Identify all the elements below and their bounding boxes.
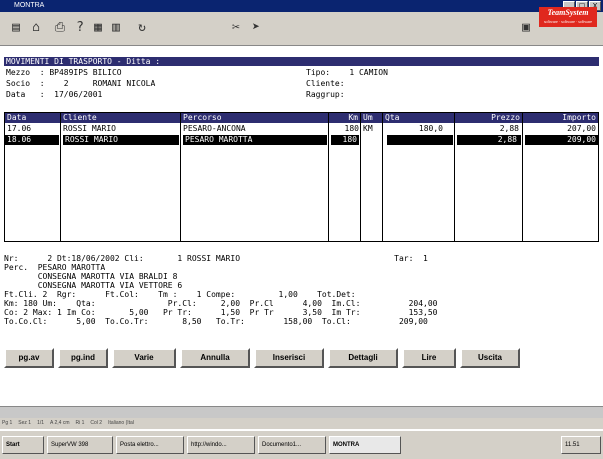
table-cell-selected[interactable]: PESARO MAROTTA	[183, 135, 327, 145]
start-button[interactable]: Start	[2, 436, 44, 454]
help-icon[interactable]: ?	[72, 20, 88, 36]
new-icon[interactable]: ▤	[8, 20, 24, 36]
varie-button[interactable]: Varie	[112, 348, 176, 368]
page-back-button[interactable]: pg.ind	[58, 348, 108, 368]
column-divider	[60, 113, 61, 241]
status-bar: Pg 1 Sez 1 1/1 A 2,4 cm Ri 1 Col 2 Itali…	[0, 418, 603, 429]
annulla-button[interactable]: Annulla	[180, 348, 250, 368]
status-pages: 1/1	[37, 420, 45, 426]
movements-table: Data Cliente Percorso Km Um Qta Prezzo I…	[4, 112, 599, 242]
column-header-qta[interactable]: Qta	[383, 113, 455, 123]
screen-header: MOVIMENTI DI TRASPORTO - Ditta :	[4, 57, 599, 66]
column-header-prezzo[interactable]: Prezzo	[455, 113, 523, 123]
table-cell[interactable]: 2,88	[455, 124, 523, 134]
refresh-icon[interactable]: ↻	[134, 20, 150, 36]
detail-line: To.Co.Cl: 5,00 To.Co.Tr: 8,50 To.Tr: 158…	[4, 317, 428, 326]
status-language: Italiano (Ital	[108, 420, 134, 426]
taskbar-item[interactable]: SuperVW 398	[47, 436, 113, 454]
table-cell[interactable]: 207,00	[523, 124, 598, 134]
taskbar-item[interactable]: http://windo...	[187, 436, 255, 454]
logo-text: TeamSystem	[547, 8, 589, 17]
logo-subtext: software · software · software	[544, 19, 592, 24]
mezzo-field: Mezzo : BP489IPS BILICO	[6, 68, 122, 77]
column-header-cliente[interactable]: Cliente	[61, 113, 181, 123]
taskbar: Start SuperVW 398 Posta elettro... http:…	[0, 430, 603, 459]
horizontal-scrollbar[interactable]	[0, 406, 603, 418]
table-cell[interactable]: KM	[361, 124, 383, 134]
column-divider	[454, 113, 455, 241]
page-forward-button[interactable]: pg.av	[4, 348, 54, 368]
open-icon[interactable]: ⌂	[28, 20, 44, 36]
tipo-field: Tipo: 1 CAMION	[306, 68, 388, 77]
print-icon[interactable]: ⎙	[52, 20, 68, 36]
column-header-importo[interactable]: Importo	[523, 113, 598, 123]
lire-button[interactable]: Lire	[402, 348, 456, 368]
column-divider	[180, 113, 181, 241]
detail-panel: Nr: 2 Dt:18/06/2002 Cli: 1 ROSSI MARIO T…	[4, 254, 599, 326]
column-header-um[interactable]: Um	[361, 113, 383, 123]
grid-icon[interactable]: ▥	[108, 20, 124, 36]
column-divider	[328, 113, 329, 241]
raggrup-field: Raggrup:	[306, 90, 345, 99]
taskbar-item[interactable]: Documento1...	[258, 436, 326, 454]
data-field: Data : 17/06/2001	[6, 90, 103, 99]
table-cell-selected[interactable]: 2,88	[457, 135, 521, 145]
status-row: Ri 1	[75, 420, 85, 426]
column-header-percorso[interactable]: Percorso	[181, 113, 329, 123]
table-cell[interactable]: 17.06	[5, 124, 61, 134]
inserisci-button[interactable]: Inserisci	[254, 348, 324, 368]
table-cell-selected[interactable]: ROSSI MARIO	[63, 135, 179, 145]
pointer-icon[interactable]: ➤	[248, 20, 264, 36]
cliente-field: Cliente:	[306, 79, 345, 88]
taskbar-item[interactable]: Posta elettro...	[116, 436, 184, 454]
network-icon[interactable]: ▣	[518, 20, 534, 36]
table-cell[interactable]: PESARO-ANCONA	[181, 124, 329, 134]
detail-line: Co: 2 Max: 1 Im Co: 5,00 Pr Tr: 1,50 Pr …	[4, 308, 438, 317]
detail-line: Perc. PESARO MAROTTA	[4, 263, 106, 272]
tools-icon[interactable]: ✂	[228, 20, 244, 36]
status-col: Col 2	[90, 420, 103, 426]
window-title: MONTRA	[14, 2, 45, 9]
table-cell-selected[interactable]	[387, 135, 453, 145]
status-page: Pg 1	[2, 420, 13, 426]
table-cell[interactable]: 180	[329, 124, 361, 134]
column-divider	[522, 113, 523, 241]
table-cell-selected[interactable]: 18.06	[5, 135, 59, 145]
detail-line: Ft.Cli. 2 Rgr: Ft.Col: Tm : 1 Compe: 1,0…	[4, 290, 356, 299]
status-position: A 2,4 cm	[50, 420, 70, 426]
table-cell[interactable]: 180,0	[383, 124, 455, 134]
column-divider	[360, 113, 361, 241]
column-divider	[382, 113, 383, 241]
socio-field: Socio : 2 ROMANI NICOLA	[6, 79, 156, 88]
detail-line: CONSEGNA MAROTTA VIA BRALDI 8	[4, 272, 178, 281]
column-header-km[interactable]: Km	[329, 113, 361, 123]
table-cell-selected[interactable]: 209,00	[525, 135, 598, 145]
function-button-bar: pg.av pg.ind Varie Annulla Inserisci Det…	[4, 348, 599, 370]
teamsystem-logo: TeamSystem software · software · softwar…	[539, 7, 597, 27]
status-section: Sez 1	[18, 420, 32, 426]
taskbar-item-active[interactable]: MONTRA	[329, 436, 401, 454]
window-title-bar: MONTRA	[0, 0, 603, 12]
system-clock: 11.51	[561, 436, 601, 454]
detail-line: CONSEGNA MAROTTA VIA VETTORE 6	[4, 281, 183, 290]
calculator-icon[interactable]: ▦	[90, 20, 106, 36]
column-header-data[interactable]: Data	[5, 113, 61, 123]
detail-line: Nr: 2 Dt:18/06/2002 Cli: 1 ROSSI MARIO T…	[4, 254, 428, 263]
uscita-button[interactable]: Uscita	[460, 348, 520, 368]
table-cell[interactable]: ROSSI MARIO	[61, 124, 181, 134]
detail-line: Km: 180 Um: Qta: Pr.Cl: 2,00 Pr.Cl 4,00 …	[4, 299, 438, 308]
dettagli-button[interactable]: Dettagli	[328, 348, 398, 368]
table-cell-selected[interactable]: 180	[331, 135, 359, 145]
